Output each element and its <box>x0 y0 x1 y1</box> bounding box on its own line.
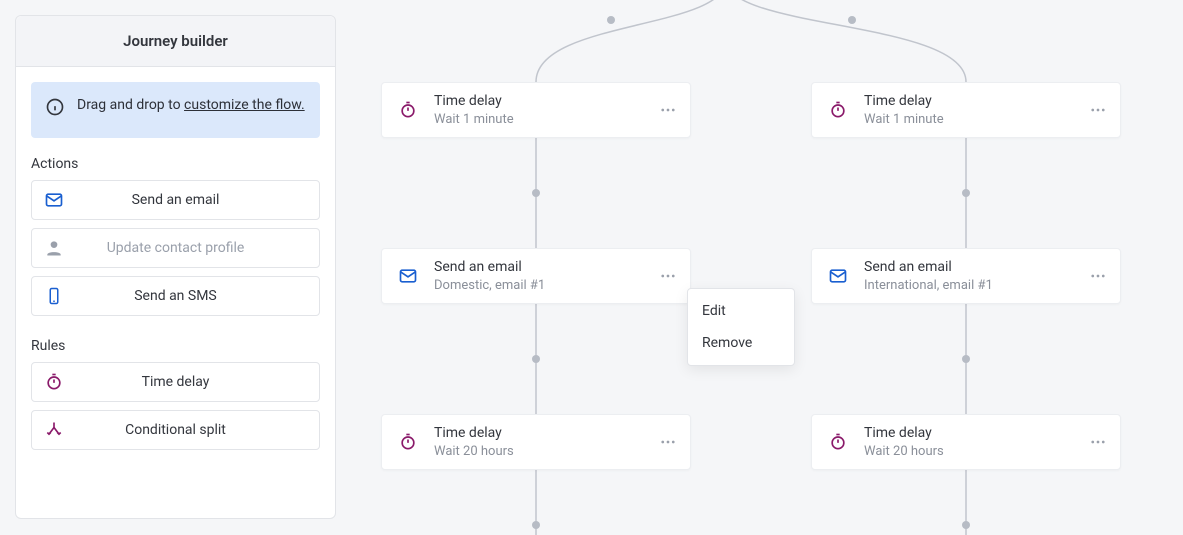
node-menu-button[interactable] <box>1076 101 1120 119</box>
connector-dot <box>532 355 540 363</box>
node-title: Time delay <box>434 93 638 110</box>
node-subtitle: Wait 20 hours <box>864 444 1068 459</box>
split-icon <box>32 420 76 440</box>
node-title: Time delay <box>864 93 1068 110</box>
rules-label: Rules <box>31 338 320 354</box>
stopwatch-icon <box>382 100 434 120</box>
menu-edit[interactable]: Edit <box>688 295 794 327</box>
stopwatch-icon <box>382 432 434 452</box>
info-icon <box>45 96 65 124</box>
more-icon <box>1089 433 1107 451</box>
more-icon <box>659 433 677 451</box>
connector-dot <box>532 189 540 197</box>
node-subtitle: Wait 1 minute <box>434 112 638 127</box>
action-label: Update contact profile <box>76 240 319 256</box>
rule-conditional-split[interactable]: Conditional split <box>31 410 320 450</box>
node-menu-button[interactable] <box>646 433 690 451</box>
mail-icon <box>812 266 864 286</box>
actions-label: Actions <box>31 156 320 172</box>
rule-time-delay[interactable]: Time delay <box>31 362 320 402</box>
node-context-menu: Edit Remove <box>687 288 795 366</box>
node-title: Send an email <box>864 259 1068 276</box>
mail-icon <box>382 266 434 286</box>
node-title: Send an email <box>434 259 638 276</box>
phone-icon <box>32 287 76 305</box>
flow-canvas[interactable]: Time delay Wait 1 minute Send an email D… <box>336 0 1183 535</box>
action-send-sms[interactable]: Send an SMS <box>31 276 320 316</box>
node-menu-button[interactable] <box>646 101 690 119</box>
person-icon <box>32 238 76 258</box>
sidebar-panel: Journey builder Drag and drop to customi… <box>15 15 336 519</box>
stopwatch-icon <box>32 372 76 392</box>
node-time-delay[interactable]: Time delay Wait 1 minute <box>811 82 1121 138</box>
connector-dot <box>848 16 856 24</box>
connector-dot <box>962 189 970 197</box>
info-text: Drag and drop to customize the flow. <box>77 96 305 116</box>
node-subtitle: Domestic, email #1 <box>434 278 638 293</box>
stopwatch-icon <box>812 432 864 452</box>
node-time-delay[interactable]: Time delay Wait 1 minute <box>381 82 691 138</box>
node-time-delay[interactable]: Time delay Wait 20 hours <box>381 414 691 470</box>
node-menu-button[interactable] <box>646 267 690 285</box>
node-send-email[interactable]: Send an email International, email #1 <box>811 248 1121 304</box>
node-subtitle: International, email #1 <box>864 278 1068 293</box>
stopwatch-icon <box>812 100 864 120</box>
connector-dot <box>532 521 540 529</box>
node-title: Time delay <box>864 425 1068 442</box>
node-subtitle: Wait 1 minute <box>864 112 1068 127</box>
node-title: Time delay <box>434 425 638 442</box>
connector-dot <box>962 521 970 529</box>
info-banner: Drag and drop to customize the flow. <box>31 82 320 138</box>
action-label: Send an SMS <box>76 288 319 304</box>
customize-flow-link[interactable]: customize the flow. <box>184 97 305 113</box>
node-menu-button[interactable] <box>1076 433 1120 451</box>
node-send-email[interactable]: Send an email Domestic, email #1 <box>381 248 691 304</box>
node-subtitle: Wait 20 hours <box>434 444 638 459</box>
rule-label: Conditional split <box>76 422 319 438</box>
menu-remove[interactable]: Remove <box>688 327 794 359</box>
connector-dot <box>607 16 615 24</box>
node-time-delay[interactable]: Time delay Wait 20 hours <box>811 414 1121 470</box>
mail-icon <box>32 190 76 210</box>
more-icon <box>659 267 677 285</box>
more-icon <box>1089 267 1107 285</box>
connector-dot <box>962 355 970 363</box>
action-update-contact: Update contact profile <box>31 228 320 268</box>
more-icon <box>659 101 677 119</box>
action-label: Send an email <box>76 192 319 208</box>
sidebar-title: Journey builder <box>16 16 335 67</box>
more-icon <box>1089 101 1107 119</box>
rule-label: Time delay <box>76 374 319 390</box>
action-send-email[interactable]: Send an email <box>31 180 320 220</box>
node-menu-button[interactable] <box>1076 267 1120 285</box>
